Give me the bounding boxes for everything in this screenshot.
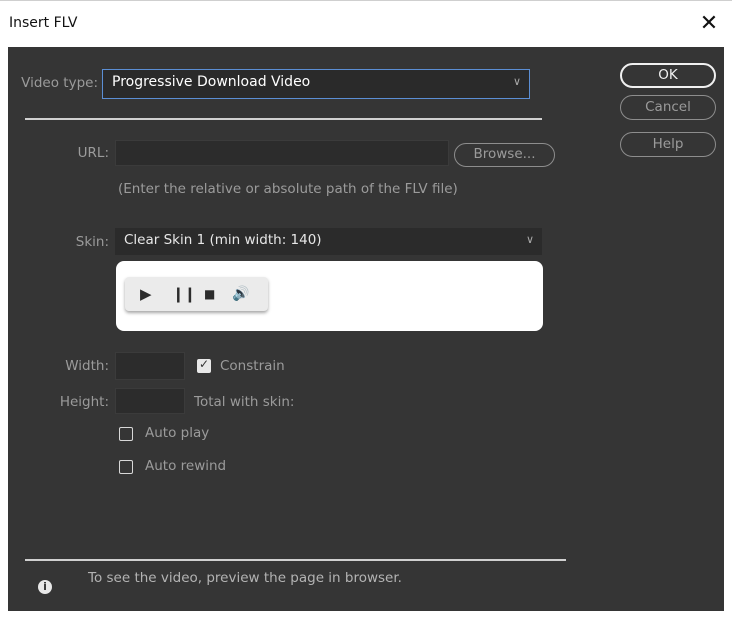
info-icon: i [38,580,52,594]
auto-rewind-checkbox[interactable] [119,460,133,474]
chevron-down-icon: ∨ [512,75,521,88]
video-type-select[interactable]: Progressive Download Video ∨ [102,69,530,99]
play-icon: ▶ [140,285,152,303]
url-label: URL: [77,145,109,161]
height-label: Height: [59,394,109,410]
skin-controls-bar: ▶ ❙❙ ■ 🔊 [125,277,268,311]
title-bar: Insert FLV ✕ [0,0,732,48]
close-button[interactable]: ✕ [692,7,726,41]
bottom-divider [25,559,566,561]
ok-button[interactable]: OK [620,63,716,88]
window-title: Insert FLV [9,15,78,31]
pause-icon: ❙❙ [172,285,196,303]
width-input[interactable] [115,352,185,380]
video-type-label: Video type: [21,75,98,91]
skin-preview: ▶ ❙❙ ■ 🔊 [116,261,543,331]
constrain-checkbox[interactable]: ✓ [197,357,211,373]
chevron-down-icon: ∨ [525,233,534,246]
auto-rewind-label: Auto rewind [145,458,227,474]
volume-icon: 🔊 [232,286,250,302]
skin-value: Clear Skin 1 (min width: 140) [124,232,322,248]
skin-label: Skin: [75,234,109,250]
dialog-body: Video type: Progressive Download Video ∨… [8,47,724,611]
info-message: To see the video, preview the page in br… [88,570,402,586]
constrain-label: Constrain [220,358,285,374]
width-label: Width: [65,358,109,374]
top-divider [25,118,542,120]
close-icon: ✕ [699,11,719,36]
browse-button[interactable]: Browse... [454,143,555,167]
total-with-skin-label: Total with skin: [194,394,295,410]
height-input[interactable] [115,388,185,414]
stop-icon: ■ [204,287,216,301]
url-hint: (Enter the relative or absolute path of … [118,181,458,197]
checkmark-icon: ✓ [199,357,210,371]
video-type-value: Progressive Download Video [112,74,311,90]
help-button[interactable]: Help [620,132,716,157]
cancel-button[interactable]: Cancel [620,95,716,120]
auto-play-checkbox[interactable] [119,427,133,441]
skin-select[interactable]: Clear Skin 1 (min width: 140) ∨ [115,228,542,255]
auto-play-label: Auto play [145,425,210,441]
url-input[interactable] [115,140,449,166]
